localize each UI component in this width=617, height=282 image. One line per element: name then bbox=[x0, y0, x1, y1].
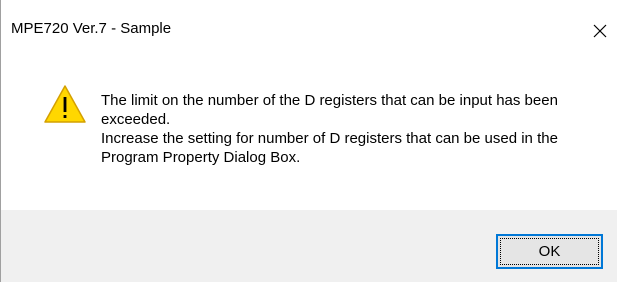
close-button[interactable] bbox=[583, 14, 617, 46]
ok-button[interactable]: OK bbox=[496, 234, 603, 269]
title-bar: MPE720 Ver.7 - Sample bbox=[1, 0, 617, 46]
message-line-2: Increase the setting for number of D reg… bbox=[101, 130, 558, 166]
message-dialog: MPE720 Ver.7 - Sample The limit on the n… bbox=[0, 0, 617, 282]
message-line-1: The limit on the number of the D registe… bbox=[101, 92, 558, 128]
message-text: The limit on the number of the D registe… bbox=[101, 91, 601, 167]
warning-icon bbox=[43, 84, 87, 124]
close-icon bbox=[593, 24, 607, 38]
button-bar: OK bbox=[1, 210, 617, 282]
ok-button-label: OK bbox=[538, 243, 561, 260]
dialog-content: The limit on the number of the D registe… bbox=[1, 46, 617, 210]
window-title: MPE720 Ver.7 - Sample bbox=[11, 20, 172, 37]
